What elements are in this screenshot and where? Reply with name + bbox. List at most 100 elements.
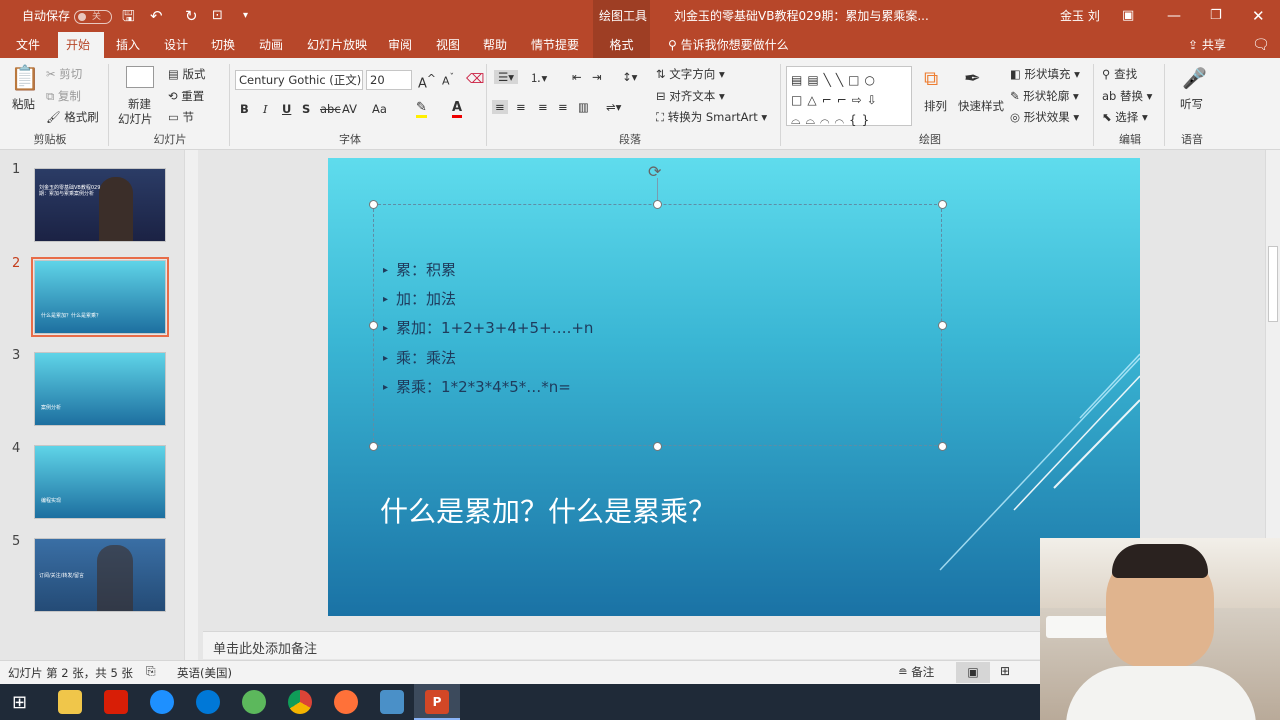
decrease-indent-icon[interactable]: ⇤: [572, 70, 582, 84]
close-icon[interactable]: ✕: [1252, 0, 1265, 32]
highlight-icon[interactable]: ✎: [416, 100, 427, 118]
share-button[interactable]: ⇪ 共享: [1180, 32, 1234, 58]
tab-transitions[interactable]: 切换: [203, 32, 243, 58]
italic-button[interactable]: I: [263, 102, 268, 116]
resize-handle[interactable]: [653, 200, 662, 209]
shape-effects-button[interactable]: ◎ 形状效果 ▾: [1010, 109, 1079, 125]
section-button[interactable]: ▭ 节: [168, 109, 194, 125]
shape-fill-button[interactable]: ◧ 形状填充 ▾: [1010, 66, 1080, 82]
resize-handle[interactable]: [369, 200, 378, 209]
redo-icon[interactable]: ↻: [185, 0, 198, 32]
tab-animations[interactable]: 动画: [251, 32, 291, 58]
slide-thumbnail-1[interactable]: 刘金玉的零基础VB教程029期：累加与累乘案例分析: [34, 168, 166, 242]
windows-start-icon[interactable]: ⊞: [12, 692, 27, 713]
tell-me-search[interactable]: ⚲ 告诉我你想要做什么: [660, 32, 797, 58]
arrange-icon[interactable]: ⧉: [924, 66, 938, 90]
arrange-button[interactable]: 排列: [924, 98, 947, 114]
tab-review[interactable]: 审阅: [380, 32, 420, 58]
strikethrough-button[interactable]: abc: [320, 102, 341, 116]
text-direction-small-icon[interactable]: ⇌▾: [606, 100, 621, 114]
bullet-item[interactable]: 累加：1+2+3+4+5+….+n: [383, 317, 593, 338]
tab-home[interactable]: 开始: [58, 32, 104, 58]
tab-view[interactable]: 视图: [428, 32, 468, 58]
slide-thumbnail-4[interactable]: 编程实现: [34, 445, 166, 519]
grow-font-icon[interactable]: A^: [418, 72, 436, 91]
scrollbar-thumb[interactable]: [1268, 246, 1278, 322]
save-icon[interactable]: 🖫: [122, 0, 135, 32]
bullets-icon[interactable]: ☰▾: [494, 70, 519, 84]
youdao-icon[interactable]: [104, 690, 128, 714]
notes-toggle[interactable]: ≘ 备注: [898, 664, 934, 680]
file-explorer-icon[interactable]: [58, 690, 82, 714]
slide-thumbnail-3[interactable]: 案例分析: [34, 352, 166, 426]
resize-handle[interactable]: [369, 321, 378, 330]
autosave[interactable]: 自动保存 关: [22, 0, 113, 32]
remote-desktop-icon[interactable]: [380, 690, 404, 714]
slide-title[interactable]: 什么是累加？什么是累乘？: [380, 490, 716, 530]
copy-button[interactable]: ⧉ 复制: [46, 88, 81, 104]
shrink-font-icon[interactable]: Aˇ: [442, 72, 454, 88]
new-slide-icon[interactable]: [126, 66, 154, 88]
browser-360-icon[interactable]: [242, 690, 266, 714]
increase-indent-icon[interactable]: ⇥: [592, 70, 602, 84]
quick-styles-button[interactable]: 快速样式: [958, 98, 1004, 114]
align-left-icon[interactable]: ≡: [492, 100, 508, 114]
font-family-select[interactable]: Century Gothic (正文): [235, 70, 363, 90]
shadow-button[interactable]: S: [302, 102, 310, 116]
tab-storyboard[interactable]: 情节提要: [523, 32, 587, 58]
tab-design[interactable]: 设计: [156, 32, 196, 58]
numbering-icon[interactable]: ⒈▾: [530, 70, 547, 86]
dictate-button[interactable]: 听写: [1180, 96, 1203, 112]
layout-button[interactable]: ▤ 版式: [168, 66, 206, 82]
user-name[interactable]: 金玉 刘: [1060, 0, 1100, 32]
paste-button[interactable]: 粘贴: [12, 96, 35, 112]
font-color-icon[interactable]: A: [452, 100, 463, 118]
smartart-button[interactable]: ⛶ 转换为 SmartArt ▾: [656, 109, 767, 125]
spellcheck-icon[interactable]: ⎘: [146, 664, 156, 679]
text-direction-button[interactable]: ⇅ 文字方向 ▾: [656, 66, 725, 82]
microphone-icon[interactable]: 🎤: [1182, 66, 1207, 90]
new-slide-label-2[interactable]: 幻灯片: [118, 111, 153, 127]
clear-format-icon[interactable]: ⌫: [466, 72, 484, 87]
shapes-icons[interactable]: ▤▤╲╲□○ □△⌐⌐⇨⇩ ⌓⌓⌒⌒{}: [791, 70, 882, 130]
autosave-toggle[interactable]: 关: [74, 9, 113, 24]
slide-sorter-icon[interactable]: ⊞: [1000, 664, 1010, 678]
ie-browser-icon[interactable]: [150, 690, 174, 714]
shapes-gallery[interactable]: ▤▤╲╲□○ □△⌐⌐⇨⇩ ⌓⌓⌒⌒{}: [786, 66, 912, 127]
bullet-item[interactable]: 乘：乘法: [383, 347, 456, 368]
align-center-icon[interactable]: ≡: [516, 100, 526, 114]
slide-thumbnail-5[interactable]: 订阅/关注/转发/留言: [34, 538, 166, 612]
tab-insert[interactable]: 插入: [108, 32, 148, 58]
ribbon-display-icon[interactable]: ▣: [1122, 0, 1134, 32]
normal-view-icon[interactable]: ▣: [956, 662, 990, 683]
resize-handle[interactable]: [653, 442, 662, 451]
columns-icon[interactable]: ▥: [578, 100, 589, 114]
new-slide-label-1[interactable]: 新建: [128, 96, 151, 112]
slide-thumbnail-2[interactable]: 什么是累加？什么是累乘？: [31, 257, 169, 337]
align-text-button[interactable]: ⊟ 对齐文本 ▾: [656, 88, 725, 104]
replace-button[interactable]: ab 替换 ▾: [1102, 88, 1152, 104]
format-painter-button[interactable]: 🖌 格式刷: [46, 109, 99, 125]
resize-handle[interactable]: [369, 442, 378, 451]
bullet-item[interactable]: 累乘：1*2*3*4*5*…*n=: [383, 376, 571, 397]
minimize-icon[interactable]: —: [1167, 0, 1181, 32]
resize-handle[interactable]: [938, 200, 947, 209]
firefox-icon[interactable]: [334, 690, 358, 714]
change-case-button[interactable]: Aa: [372, 102, 387, 116]
powerpoint-taskbar-item[interactable]: P: [414, 684, 460, 720]
rotate-handle-icon[interactable]: ⟳: [648, 162, 661, 181]
align-right-icon[interactable]: ≡: [538, 100, 548, 114]
find-button[interactable]: ⚲ 查找: [1102, 66, 1137, 82]
undo-icon[interactable]: ↶: [150, 0, 163, 32]
comments-icon[interactable]: 🗨: [1244, 32, 1278, 58]
chrome-icon[interactable]: [288, 690, 312, 714]
cut-button[interactable]: ✂ 剪切: [46, 66, 82, 82]
tab-help[interactable]: 帮助: [475, 32, 515, 58]
justify-icon[interactable]: ≡: [558, 100, 568, 114]
edge-browser-icon[interactable]: [196, 690, 220, 714]
notes-pane[interactable]: 单击此处添加备注: [203, 631, 1040, 659]
bold-button[interactable]: B: [240, 102, 249, 116]
resize-handle[interactable]: [938, 321, 947, 330]
char-spacing-button[interactable]: AV: [342, 102, 357, 116]
shape-outline-button[interactable]: ✎ 形状轮廓 ▾: [1010, 88, 1079, 104]
